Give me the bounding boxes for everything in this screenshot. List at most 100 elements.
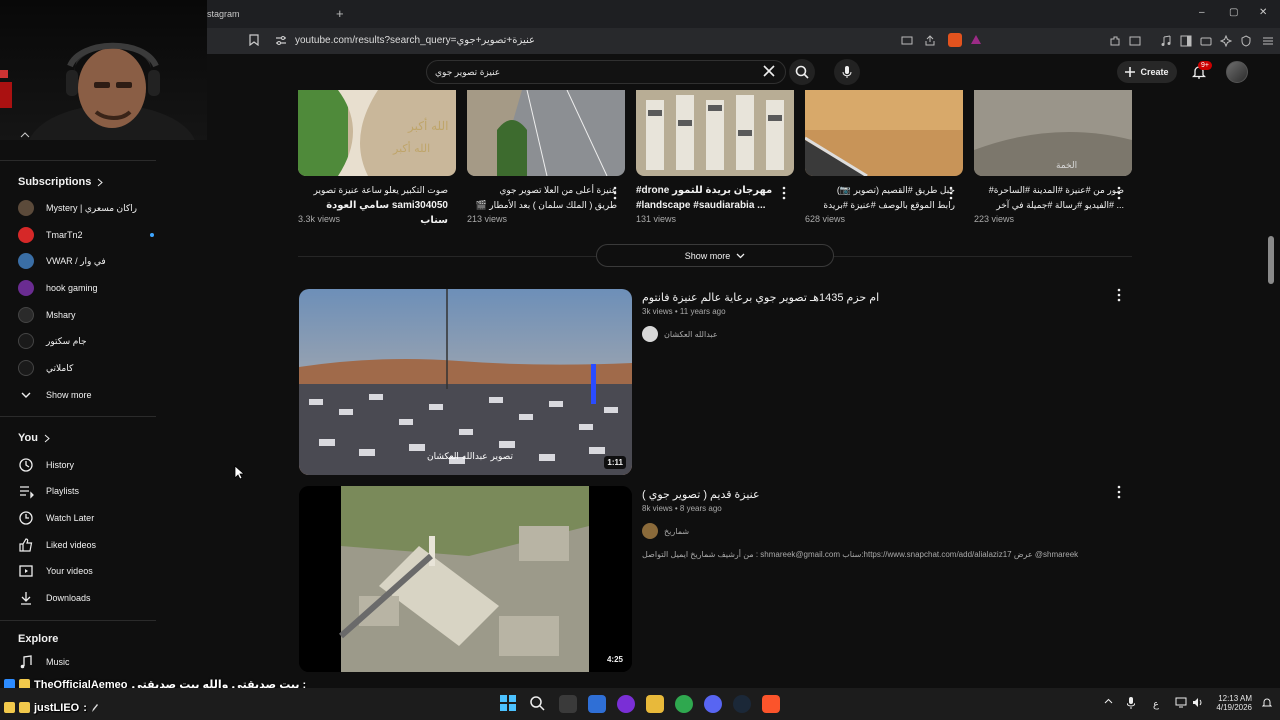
subscription-item[interactable]: Mystery | راكان مسعري [18,197,158,219]
collapse-icon[interactable] [20,132,30,138]
short-thumbnail[interactable] [805,90,963,176]
short-title-line: رابط الموقع بالوصف #عنيزة #بريدة [823,200,955,210]
short-title[interactable]: #drone مهرجان بريدة للتمور #landscape #s… [636,183,786,213]
brave-icon[interactable] [762,695,780,713]
sidebar-item-your-videos[interactable]: Your videos [18,560,158,582]
network-icon[interactable] [1175,697,1187,708]
more-actions-icon[interactable] [1114,288,1124,302]
volume-icon[interactable] [1192,697,1204,708]
short-title[interactable]: عنيزة أعلى من العلا تصوير جوي طريق ( الم… [467,183,617,213]
file-explorer-icon[interactable] [646,695,664,713]
wallet-icon[interactable] [1200,35,1212,47]
screenshot-icon[interactable] [1129,35,1141,47]
tab-title[interactable]: stagram [207,9,240,19]
maximize-button[interactable]: ▢ [1229,7,1238,18]
svg-text:الخمة: الخمة [1056,161,1077,171]
url-text[interactable]: youtube.com/results?search_query=عنيزة+ت… [295,35,535,46]
bookmark-icon[interactable] [249,34,259,46]
notification-center-icon[interactable] [1262,697,1272,709]
video-thumbnail[interactable]: تصوير عبدالله العكشان 1:11 [299,289,632,475]
channel-avatar [18,360,34,376]
task-view-icon[interactable] [559,695,577,713]
brave-rewards-icon[interactable] [970,34,982,46]
brave-shields-icon[interactable] [948,33,962,47]
media-icon[interactable] [1160,35,1172,47]
you-heading-label: You [18,432,38,444]
sidebar-item-history[interactable]: History [18,454,158,476]
short-thumbnail[interactable] [636,90,794,176]
app-icon[interactable] [617,695,635,713]
clear-search-icon[interactable] [763,65,775,77]
sidebar-toggle-icon[interactable] [1180,35,1192,47]
short-thumbnail[interactable]: الخمة [974,90,1132,176]
new-tab-button[interactable]: + [336,6,344,21]
sidebar-item-playlists[interactable]: Playlists [18,480,158,502]
cast-icon[interactable] [901,35,913,46]
windows-start-icon[interactable] [500,695,516,711]
short-thumbnail[interactable]: الله أكبر الله أكبر [298,90,456,176]
search-button[interactable] [789,59,815,85]
subscription-item[interactable]: TmarTn2 [18,224,158,246]
sidebar-item-liked-videos[interactable]: Liked videos [18,534,158,556]
short-thumbnail[interactable] [467,90,625,176]
sidebar-item-music[interactable]: Music [18,651,158,673]
sidebar-item-watch-later[interactable]: Watch Later [18,507,158,529]
chrome-icon[interactable] [675,695,693,713]
search-input[interactable]: عنيزة تصوير جوي [426,60,786,84]
chevron-right-icon [44,434,50,443]
subscription-item[interactable]: hook gaming [18,277,158,299]
leo-ai-icon[interactable] [1220,35,1232,47]
short-views: 131 views [636,214,677,224]
you-heading[interactable]: You [18,432,50,444]
sidebar-item-label: Playlists [46,486,80,496]
channel-name: شماريخ [664,526,690,536]
menu-icon[interactable] [1262,35,1274,47]
subscription-item[interactable]: جام سكتور [18,330,158,352]
steam-icon[interactable] [733,695,751,713]
short-title[interactable]: صور من #عنيزة #المدينة #الساحرة# ... #ال… [974,183,1124,213]
minimize-button[interactable]: – [1199,7,1205,18]
create-button[interactable]: Create [1117,61,1177,83]
microphone-tray-icon[interactable] [1127,697,1135,709]
subscription-item[interactable]: Mshary [18,304,158,326]
chevron-right-icon [97,178,104,187]
video-thumbnail[interactable]: 4:25 [299,486,632,672]
channel-avatar [18,307,34,323]
video-title[interactable]: ام حزم 1435هـ تصوير جوي برعاية عالم عنيز… [642,291,879,304]
tray-overflow-icon[interactable] [1104,698,1113,704]
show-more-button[interactable]: Show more [596,244,834,267]
more-actions-icon[interactable] [1114,485,1124,499]
microphone-icon [842,65,852,79]
short-title[interactable]: جبل طريق #القصيم (تصوير 📷) رابط الموقع ب… [805,183,955,213]
more-actions-icon[interactable] [1114,186,1124,200]
more-actions-icon[interactable] [946,186,956,200]
clock[interactable]: 12:13 AM 4/19/2026 [1206,694,1252,712]
chevron-down-icon [736,253,745,259]
extensions-icon[interactable] [1109,35,1121,47]
store-icon[interactable] [588,695,606,713]
sidebar-item-label: History [46,460,75,470]
subscriptions-heading[interactable]: Subscriptions [18,176,104,188]
page-scrollbar[interactable] [1268,236,1274,284]
taskbar-search-icon[interactable] [530,696,545,711]
subscription-item[interactable]: VWAR / في وار [18,250,158,272]
vpn-icon[interactable] [1240,35,1252,47]
voice-search-button[interactable] [834,59,860,85]
more-actions-icon[interactable] [610,186,620,200]
channel-link[interactable]: عبدالله العكشان [642,326,718,342]
show-more-subscriptions[interactable]: Show more [18,384,158,406]
explore-heading: Explore [18,633,58,645]
channel-avatar [642,326,658,342]
video-title[interactable]: عنيزة قديم ( تصوير جوي ) [642,488,760,501]
site-info-icon[interactable] [275,35,287,46]
subscription-item[interactable]: كاملاتي [18,357,158,379]
profile-avatar[interactable] [1226,61,1248,83]
input-language[interactable]: ع [1153,699,1159,710]
subscription-label: Mshary [46,310,76,320]
discord-icon[interactable] [704,695,722,713]
sidebar-item-downloads[interactable]: Downloads [18,587,158,609]
channel-link[interactable]: شماريخ [642,523,689,539]
close-window-button[interactable]: ✕ [1259,7,1267,18]
more-actions-icon[interactable] [779,186,789,200]
share-icon[interactable] [924,35,936,46]
